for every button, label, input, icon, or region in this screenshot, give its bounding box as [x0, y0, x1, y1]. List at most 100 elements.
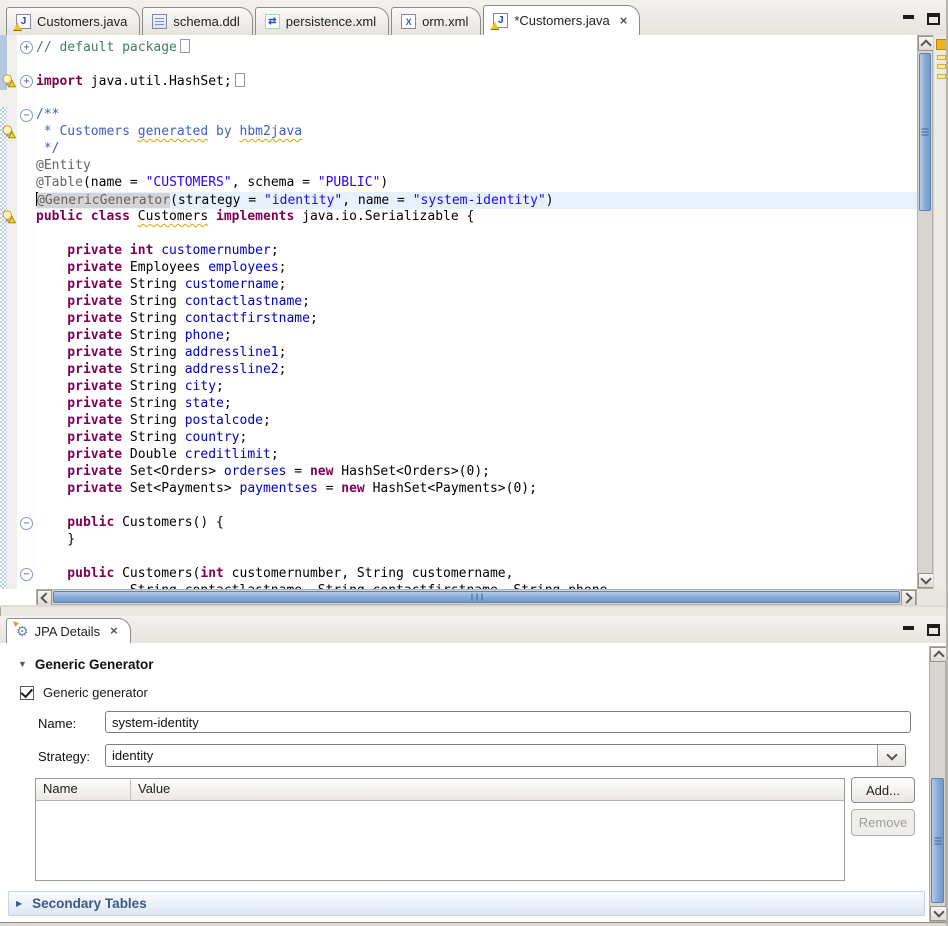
warning-marker[interactable] — [937, 74, 946, 79]
expand-triangle-icon: ▶ — [16, 900, 22, 908]
code-line: private int customernumber; — [36, 243, 917, 260]
tab-label: orm.xml — [422, 14, 468, 29]
warning-bulb-icon[interactable] — [2, 74, 16, 88]
code-line: private String city; — [36, 379, 917, 396]
collapse-triangle-icon[interactable]: ▼ — [18, 660, 27, 669]
code-line — [36, 90, 917, 107]
collapsed-region-box — [180, 39, 190, 53]
add-button[interactable]: Add... — [851, 777, 915, 803]
tab-label: JPA Details — [35, 624, 101, 639]
generic-generator-checkbox[interactable] — [20, 686, 34, 700]
warning-bulb-icon[interactable] — [2, 210, 16, 224]
code-line: /** — [36, 107, 917, 124]
secondary-tables-label: Secondary Tables — [32, 896, 147, 911]
code-line: private String contactfirstname; — [36, 311, 917, 328]
code-line: @GenericGenerator(strategy = "identity",… — [36, 192, 917, 209]
code-line: private String contactlastname; — [36, 294, 917, 311]
secondary-tables-section[interactable]: ▶ Secondary Tables — [8, 891, 925, 916]
persistence-file-icon: ⇄ — [265, 14, 280, 29]
chevron-down-icon — [886, 749, 897, 760]
java-editor: + + − − − // default packageimport java.util… — [0, 35, 948, 607]
scroll-left-button[interactable] — [37, 590, 52, 606]
fold-expand-icon[interactable]: + — [20, 75, 33, 88]
editor-vertical-scrollbar[interactable] — [917, 35, 933, 589]
scrollbar-corner — [917, 589, 948, 605]
table-header: Name Value — [36, 779, 844, 801]
code-line: private String postalcode; — [36, 413, 917, 430]
name-label: Name: — [38, 716, 76, 731]
editor-bottom-strip — [0, 605, 948, 607]
editor-tab-strip: J Customers.java schema.ddl⇄persistence.xm… — [6, 5, 642, 35]
name-input[interactable] — [105, 711, 911, 733]
code-line: @Entity — [36, 158, 917, 175]
java-file-warning-icon: J — [16, 14, 31, 29]
maximize-button[interactable] — [926, 623, 941, 636]
code-line: private String state; — [36, 396, 917, 413]
column-header-value[interactable]: Value — [131, 779, 177, 800]
fold-expand-icon[interactable]: + — [20, 41, 33, 54]
close-icon[interactable]: × — [110, 626, 118, 636]
editor-tab-bar: J Customers.java schema.ddl⇄persistence.xm… — [0, 0, 948, 36]
code-area[interactable]: // default packageimport java.util.HashS… — [36, 35, 917, 589]
warning-marker[interactable] — [937, 55, 946, 60]
warning-bulb-icon[interactable] — [2, 125, 16, 139]
scroll-down-button[interactable] — [918, 573, 934, 588]
close-icon[interactable]: × — [620, 16, 628, 26]
fold-collapse-icon[interactable]: − — [20, 568, 33, 581]
code-line — [36, 549, 917, 566]
code-line: private String addressline1; — [36, 345, 917, 362]
code-line: * Customers generated by hbm2java — [36, 124, 917, 141]
code-line — [36, 226, 917, 243]
maximize-icon — [927, 624, 940, 636]
code-line: @Table(name = "CUSTOMERS", schema = "PUB… — [36, 175, 917, 192]
fold-collapse-icon[interactable]: − — [20, 109, 33, 122]
code-line — [36, 498, 917, 515]
editor-tab-customers-java[interactable]: J*Customers.java× — [483, 5, 640, 35]
combo-dropdown-button[interactable] — [877, 745, 905, 766]
collapsed-region-box — [235, 73, 245, 87]
generator-properties-table[interactable]: Name Value — [35, 778, 845, 881]
editor-tab-orm-xml[interactable]: Xorm.xml — [391, 7, 481, 35]
annotation-ruler[interactable] — [0, 35, 17, 589]
jpa-details-tab-bar: ⚙ JPA Details × — [0, 616, 948, 644]
code-line — [36, 56, 917, 73]
strategy-label: Strategy: — [38, 749, 90, 764]
scroll-thumb[interactable] — [931, 778, 944, 903]
tab-label: *Customers.java — [514, 13, 609, 28]
remove-button[interactable]: Remove — [851, 809, 915, 836]
strategy-combo[interactable]: identity — [105, 744, 906, 767]
column-header-name[interactable]: Name — [36, 779, 131, 800]
maximize-icon — [927, 13, 940, 25]
minimize-button[interactable] — [901, 623, 916, 636]
code-line: } — [36, 532, 917, 549]
editor-horizontal-scrollbar[interactable] — [36, 589, 917, 605]
range-indicator — [0, 107, 7, 589]
scroll-up-button[interactable] — [930, 647, 947, 662]
tab-label: Customers.java — [37, 14, 127, 29]
minimize-icon — [903, 626, 914, 630]
folding-ruler[interactable]: + + − − − — [17, 35, 36, 589]
scroll-right-button[interactable] — [901, 590, 916, 606]
scroll-thumb[interactable] — [919, 53, 931, 211]
tab-jpa-details[interactable]: ⚙ JPA Details × — [6, 618, 131, 643]
maximize-button[interactable] — [926, 12, 941, 25]
code-line: private String phone; — [36, 328, 917, 345]
scroll-up-button[interactable] — [918, 36, 934, 51]
editor-tab-customers-java[interactable]: J Customers.java — [6, 7, 140, 35]
jpa-vertical-scrollbar[interactable] — [929, 646, 946, 922]
minimize-icon — [903, 15, 914, 19]
editor-tab-persistence-xml[interactable]: ⇄persistence.xml — [255, 7, 389, 35]
code-line: public Customers(int customernumber, Str… — [36, 566, 917, 583]
scroll-thumb[interactable] — [53, 591, 900, 603]
scroll-down-button[interactable] — [930, 906, 947, 921]
warning-marker[interactable] — [937, 64, 946, 69]
code-line: private Employees employees; — [36, 260, 917, 277]
jpa-details-icon: ⚙ — [16, 624, 29, 638]
editor-tab-schema-ddl[interactable]: schema.ddl — [142, 7, 252, 35]
fold-collapse-icon[interactable]: − — [20, 517, 33, 530]
minimize-button[interactable] — [901, 12, 916, 25]
code-line: private String country; — [36, 430, 917, 447]
code-line: */ — [36, 141, 917, 158]
code-line: private String customername; — [36, 277, 917, 294]
check-icon — [20, 685, 33, 698]
